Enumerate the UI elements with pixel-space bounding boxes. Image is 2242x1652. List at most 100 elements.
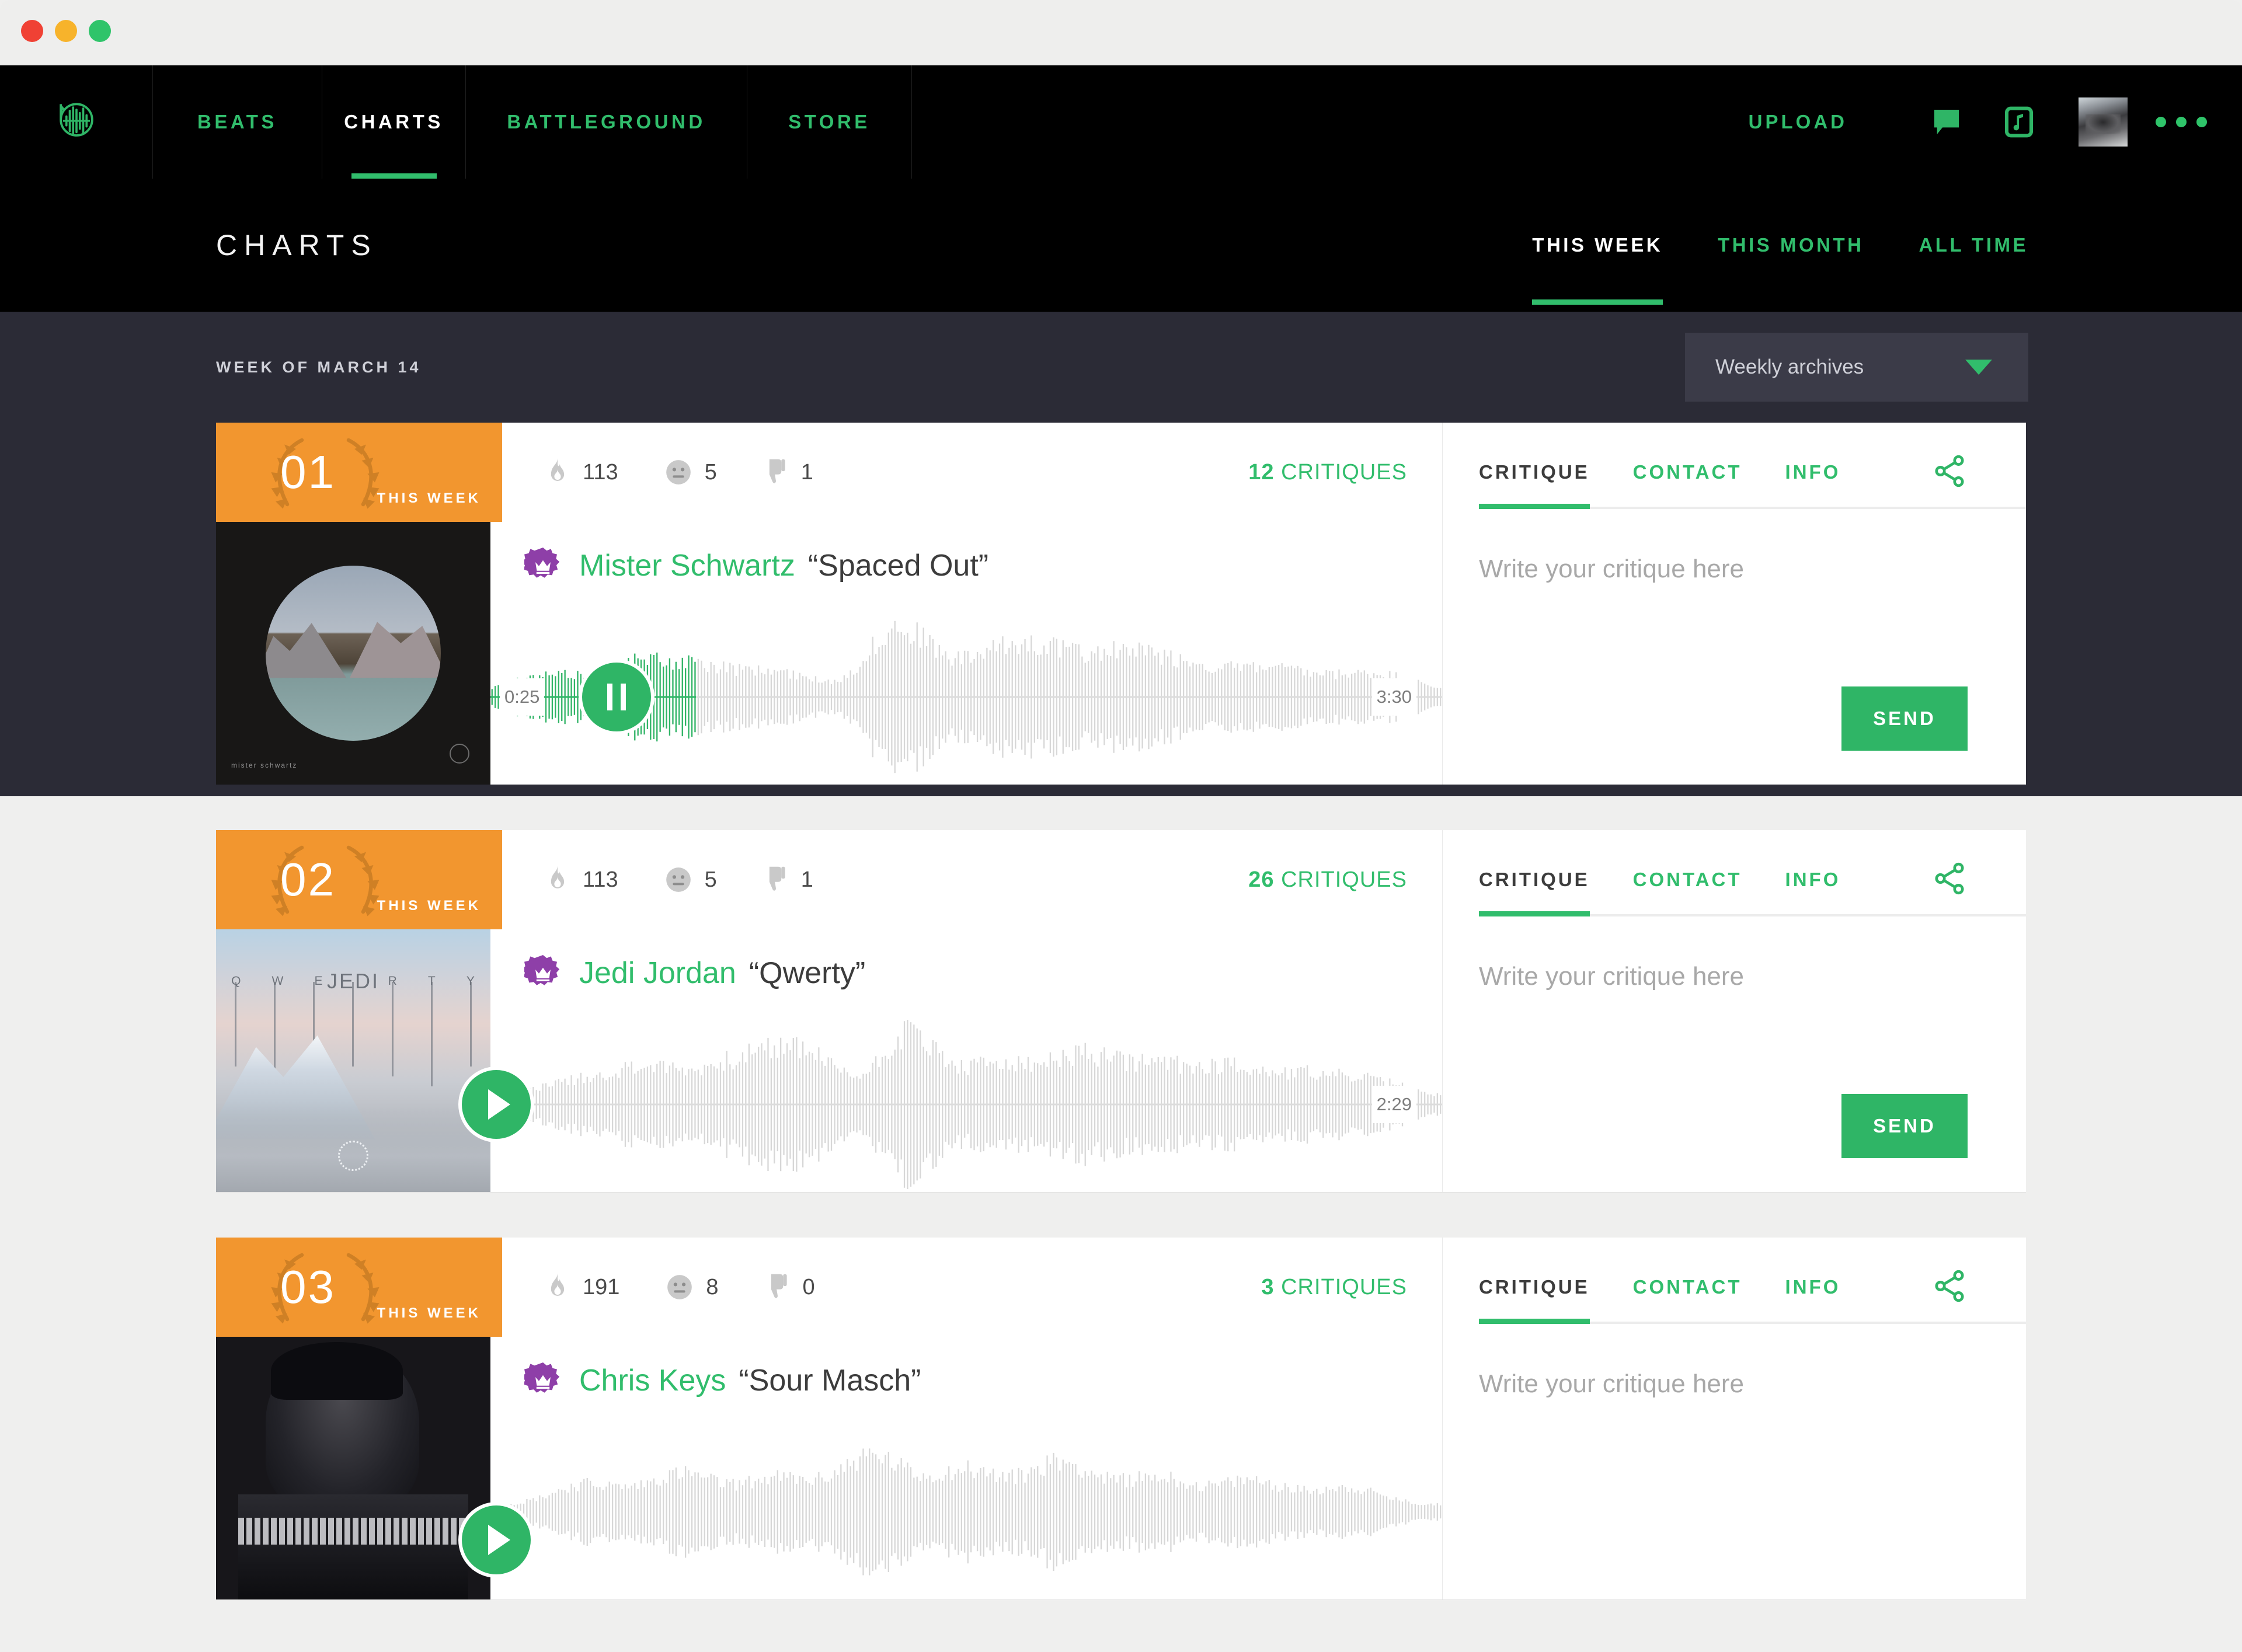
app-logo[interactable]: [0, 65, 153, 179]
chart-card[interactable]: 02 THIS WEEK 113 5 1 26 CRITIQUES Q W E …: [216, 830, 2026, 1192]
nav-tab-beats[interactable]: BEATS: [153, 65, 322, 179]
critique-input[interactable]: Write your critique here: [1443, 522, 2026, 584]
range-active-underline: [1532, 299, 1663, 305]
share-icon[interactable]: [1931, 860, 1968, 900]
tab-this-month-label: THIS MONTH: [1718, 234, 1864, 256]
fire-icon: [551, 1273, 565, 1296]
audio-player[interactable]: 0:25 3:30: [490, 609, 1442, 785]
rank-period-label: THIS WEEK: [377, 1305, 481, 1321]
critique-panel: CRITIQUE CONTACT INFO Write your critiqu…: [1442, 1238, 2026, 1599]
pause-icon: [607, 684, 626, 710]
more-dot: [2176, 117, 2187, 127]
rank-period-label: THIS WEEK: [377, 898, 481, 914]
top-navigation-bar: BEATS CHARTS BATTLEGROUND STORE UPLOAD: [0, 65, 2242, 179]
waveform[interactable]: [490, 1017, 1442, 1192]
stat-fire-value: 191: [583, 1274, 620, 1299]
tab-all-time-label: ALL TIME: [1919, 234, 2028, 256]
chart-card-left: 03 THIS WEEK 191 8 0 3 CRITIQUES Chris K…: [216, 1238, 1442, 1599]
critique-input[interactable]: Write your critique here: [1443, 1337, 2026, 1399]
artist-name[interactable]: Chris Keys: [579, 1363, 726, 1398]
chart-card[interactable]: 03 THIS WEEK 191 8 0 3 CRITIQUES Chris K…: [216, 1238, 2026, 1599]
message-icon[interactable]: [1910, 106, 1983, 138]
nav-tab-battleground[interactable]: BATTLEGROUND: [466, 65, 747, 179]
chart-card[interactable]: 01 THIS WEEK 113 5 1 12 CRITIQUES mister…: [216, 423, 2026, 785]
nav-tab-charts[interactable]: CHARTS: [322, 65, 466, 179]
panel-tab-info-label: INFO: [1785, 461, 1841, 483]
nav-tab-store[interactable]: STORE: [747, 65, 912, 179]
stat-fire[interactable]: 191: [544, 1272, 619, 1302]
panel-tab-contact-label: CONTACT: [1632, 461, 1742, 483]
chart-card-top-row: 03 THIS WEEK 191 8 0 3 CRITIQUES: [216, 1238, 1442, 1337]
send-button[interactable]: SEND: [1841, 686, 1968, 751]
track-row: Chris Keys “Sour Masch”: [216, 1337, 1442, 1599]
artist-name[interactable]: Mister Schwartz: [579, 548, 795, 583]
send-button[interactable]: SEND: [1841, 1094, 1968, 1158]
window-minimize-button[interactable]: [55, 20, 77, 42]
nav-tab-charts-label: CHARTS: [344, 111, 444, 133]
share-icon[interactable]: [1931, 1268, 1968, 1307]
fire-icon: [551, 458, 565, 481]
stat-fire[interactable]: 113: [544, 865, 618, 895]
weekly-archives-dropdown[interactable]: Weekly archives: [1685, 333, 2028, 402]
upload-button[interactable]: UPLOAD: [1749, 111, 1847, 133]
critique-input[interactable]: Write your critique here: [1443, 929, 2026, 991]
charts-page-header: CHARTS THIS WEEK THIS MONTH ALL TIME: [0, 179, 2242, 312]
charts-content: WEEK OF MARCH 14 Weekly archives 01 THIS…: [0, 312, 2242, 1599]
tab-all-time[interactable]: ALL TIME: [1919, 179, 2028, 312]
play-button[interactable]: [462, 1070, 531, 1139]
track-main: Chris Keys “Sour Masch”: [462, 1337, 1442, 1599]
stat-neutral-value: 8: [706, 1274, 719, 1299]
more-options-icon[interactable]: [2156, 117, 2207, 127]
week-label: WEEK OF MARCH 14: [216, 358, 422, 376]
play-icon: [488, 1525, 510, 1555]
album-art-mountain-lake[interactable]: mister schwartz: [216, 522, 490, 785]
stat-neutral[interactable]: 5: [664, 458, 717, 487]
panel-tab-critique[interactable]: CRITIQUE: [1479, 830, 1590, 929]
album-art-qwerty-mountain[interactable]: QWE RTY JEDI: [216, 929, 490, 1192]
play-button[interactable]: [462, 1505, 531, 1574]
upload-label: UPLOAD: [1748, 111, 1847, 133]
music-note-icon[interactable]: [1983, 106, 2055, 138]
panel-tab-critique[interactable]: CRITIQUE: [1479, 423, 1590, 522]
rank-number: 01: [280, 446, 336, 498]
stat-neutral[interactable]: 5: [664, 865, 717, 894]
tab-this-week[interactable]: THIS WEEK: [1532, 179, 1663, 312]
track-main: Jedi Jordan “Qwerty” 2:29: [462, 929, 1442, 1192]
fire-icon: [551, 865, 565, 888]
tab-this-month[interactable]: THIS MONTH: [1718, 179, 1864, 312]
thumbs-down-icon: [769, 866, 785, 891]
track-title-row: Mister Schwartz “Spaced Out”: [490, 522, 1442, 609]
stat-neutral-value: 5: [704, 867, 717, 892]
critiques-count[interactable]: 12 CRITIQUES: [1248, 460, 1407, 485]
audio-player[interactable]: [462, 1424, 1442, 1599]
panel-tab-contact-label: CONTACT: [1632, 869, 1742, 890]
pause-button[interactable]: [582, 663, 651, 731]
window-maximize-button[interactable]: [89, 20, 111, 42]
stat-fire[interactable]: 113: [544, 457, 618, 487]
verified-crown-icon: [521, 954, 562, 992]
critique-panel-tabs: CRITIQUE CONTACT INFO: [1443, 1238, 2026, 1337]
user-avatar[interactable]: [2079, 97, 2128, 147]
window-close-button[interactable]: [21, 20, 43, 42]
critique-panel: CRITIQUE CONTACT INFO Write your critiqu…: [1442, 830, 2026, 1192]
album-art-credit: mister schwartz: [231, 761, 298, 769]
waveform[interactable]: [490, 1424, 1442, 1599]
stat-neutral[interactable]: 8: [665, 1273, 719, 1302]
send-button-wrap: SEND: [1841, 686, 1968, 751]
panel-tab-info-label: INFO: [1785, 869, 1841, 890]
stat-thumbs-down[interactable]: 1: [763, 457, 813, 487]
share-icon[interactable]: [1931, 453, 1968, 492]
album-art-keyboard-player[interactable]: [216, 1337, 490, 1599]
panel-tab-critique[interactable]: CRITIQUE: [1479, 1238, 1590, 1337]
critiques-count[interactable]: 26 CRITIQUES: [1248, 867, 1407, 893]
chart-card-top-row: 01 THIS WEEK 113 5 1 12 CRITIQUES: [216, 423, 1442, 522]
stat-thumbs-down-value: 1: [800, 459, 813, 485]
stat-thumbs-down[interactable]: 1: [763, 865, 813, 895]
critiques-label: CRITIQUES: [1281, 867, 1407, 892]
song-title: “Sour Masch”: [739, 1364, 921, 1397]
page-title: CHARTS: [216, 229, 378, 262]
critiques-count[interactable]: 3 CRITIQUES: [1261, 1275, 1407, 1300]
audio-player[interactable]: 2:29: [462, 1017, 1442, 1192]
stat-thumbs-down[interactable]: 0: [764, 1272, 815, 1302]
artist-name[interactable]: Jedi Jordan: [579, 956, 736, 991]
